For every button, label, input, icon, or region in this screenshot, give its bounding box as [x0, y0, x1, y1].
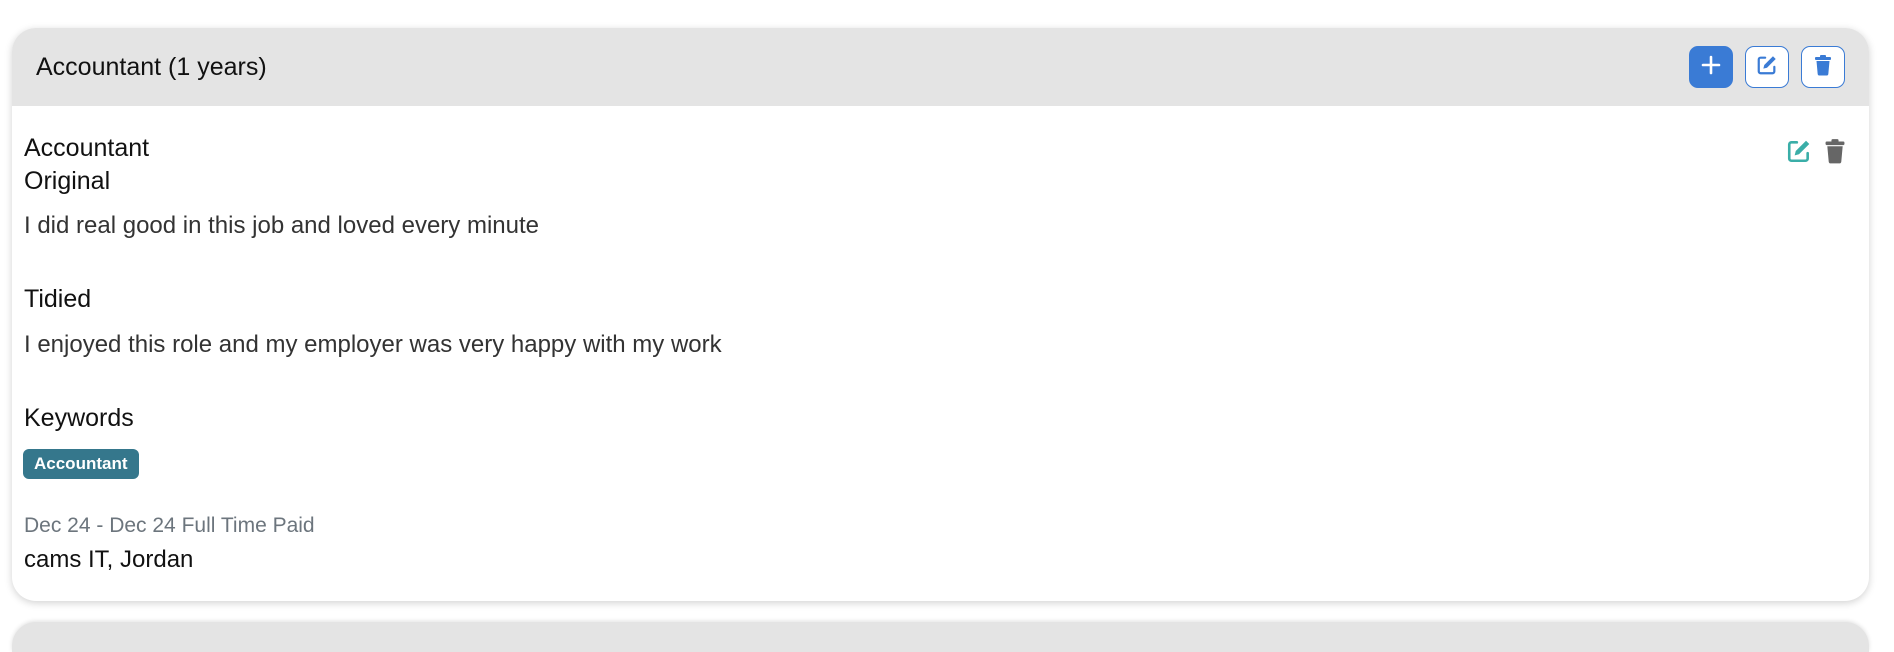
add-button[interactable]	[1689, 46, 1733, 88]
edit-icon	[1756, 54, 1778, 81]
card-header: Accountant (1 years)	[12, 28, 1869, 106]
trash-icon	[1823, 138, 1847, 169]
trash-icon	[1813, 54, 1833, 81]
entry-actions	[1786, 138, 1848, 169]
keyword-badge: Accountant	[23, 449, 139, 479]
original-label: Original	[24, 167, 111, 195]
role-title: Accountant	[24, 134, 150, 162]
entry-edit-button[interactable]	[1786, 140, 1812, 166]
employment-dates: Dec 24 - Dec 24 Full Time Paid	[24, 514, 315, 537]
tidied-label: Tidied	[24, 285, 92, 313]
delete-button[interactable]	[1801, 46, 1845, 88]
header-actions	[1689, 46, 1845, 88]
keywords-label: Keywords	[24, 404, 134, 432]
next-card-edge	[12, 622, 1869, 652]
card-title: Accountant (1 years)	[36, 52, 267, 81]
edit-button[interactable]	[1745, 46, 1789, 88]
employer-name: cams IT, Jordan	[24, 546, 194, 573]
edit-icon	[1786, 138, 1812, 169]
entry-delete-button[interactable]	[1822, 138, 1848, 169]
original-text: I did real good in this job and loved ev…	[24, 212, 539, 239]
plus-icon	[1700, 54, 1722, 81]
tidied-text: I enjoyed this role and my employer was …	[24, 331, 722, 358]
